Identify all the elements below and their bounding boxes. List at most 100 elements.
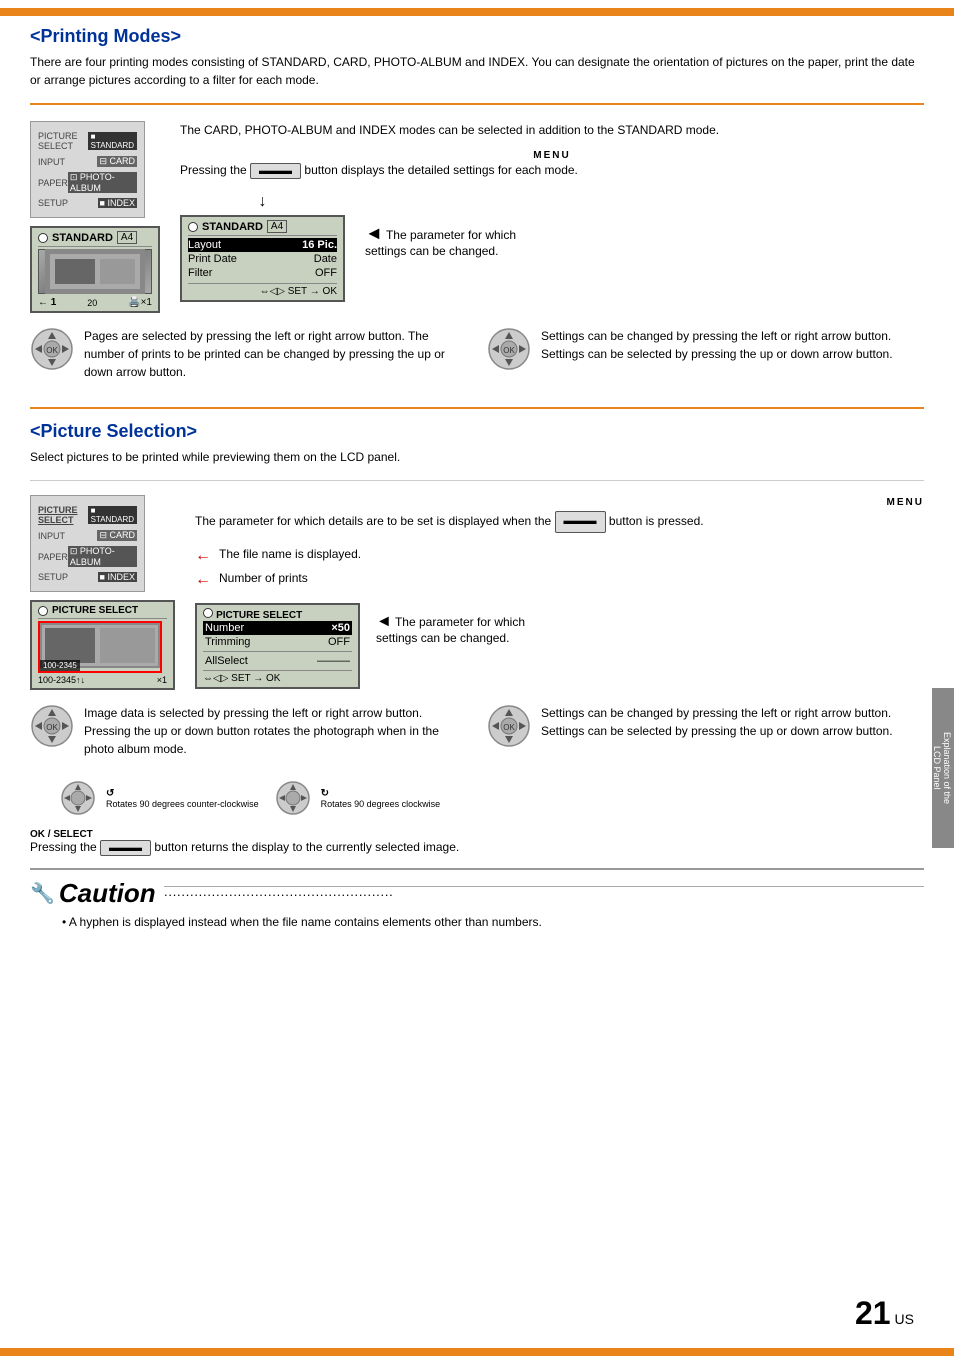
svg-text:OK: OK bbox=[503, 346, 515, 355]
printing-modes-divider bbox=[30, 103, 924, 105]
side-tab-label: Explanation of the LCD Panel bbox=[932, 728, 952, 808]
ps-arrow-ctrl-right-icon: OK bbox=[487, 704, 531, 751]
ok-button[interactable]: ▬▬▬ bbox=[100, 840, 151, 856]
arrow-ctrl-left-icon: OK bbox=[30, 327, 74, 374]
ps-nav-row-setup: SETUP ■ INDEX bbox=[35, 570, 140, 584]
ps-annotation-file: ← The file name is displayed. bbox=[195, 547, 924, 565]
ps-nav-row-paper: PAPER ⊡ PHOTO-ALBUM bbox=[35, 544, 140, 569]
lcd-page-info: ← 1 20 🖨️×1 bbox=[38, 297, 152, 308]
ok-select-label: OK / SELECT bbox=[30, 829, 93, 840]
ps-thumbnail-area: 100-2345 bbox=[38, 621, 167, 673]
menu-button[interactable]: ▬▬▬ bbox=[250, 163, 301, 179]
lcd-settings-label: STANDARD bbox=[202, 221, 263, 233]
caution-title: Caution bbox=[59, 878, 156, 909]
menu-desc-row: Pressing the ▬▬▬ button displays the det… bbox=[180, 163, 924, 179]
ps-arrow-ctrl-left-icon: OK bbox=[30, 704, 74, 751]
lcd-ps-row-number: Number ×50 bbox=[203, 621, 352, 635]
lcd-settings-circle bbox=[188, 222, 198, 232]
svg-text:OK: OK bbox=[503, 723, 515, 732]
nav-row-paper: PAPER ⊡ PHOTO-ALBUM bbox=[35, 170, 140, 195]
lcd-ps-row-allselect: AllSelect ——— bbox=[203, 654, 352, 668]
svg-text:OK: OK bbox=[46, 723, 58, 732]
lcd-ps-title-row: PICTURE SELECT bbox=[38, 605, 167, 619]
ps-right-arrow-text: Settings can be changed by pressing the … bbox=[541, 704, 924, 740]
file-name-overlay: 100-2345 bbox=[40, 660, 80, 671]
ps-annotation-prints: ← Number of prints bbox=[195, 571, 924, 589]
down-arrow-indicator: ↓ bbox=[180, 193, 345, 211]
left-arrow-text: Pages are selected by pressing the left … bbox=[84, 327, 467, 381]
ps-menu-label: MENU bbox=[195, 495, 924, 511]
lcd-row-filter: Filter OFF bbox=[188, 266, 337, 280]
caution-section: 🔧 Caution ······························… bbox=[0, 856, 954, 989]
lcd-footer-setok: ⇔◁▷ SET → OK bbox=[188, 283, 337, 297]
caution-border: 🔧 Caution ······························… bbox=[30, 868, 924, 929]
side-tab: Explanation of the LCD Panel bbox=[932, 688, 954, 848]
rotate-icons-row: ↺ Rotates 90 degrees counter-clockwise ↻… bbox=[60, 780, 924, 816]
caution-bullets: • A hyphen is displayed instead when the… bbox=[46, 915, 924, 929]
picture-selection-divider bbox=[30, 480, 924, 481]
nav-row-input: INPUT ⊟ CARD bbox=[35, 154, 140, 169]
printing-modes-intro: The CARD, PHOTO-ALBUM and INDEX modes ca… bbox=[180, 121, 924, 140]
rotate-cw-label: ↻ Rotates 90 degrees clockwise bbox=[321, 788, 441, 809]
lcd-ps-settings-circle bbox=[203, 608, 213, 618]
rotate-cw-item: ↻ Rotates 90 degrees clockwise bbox=[275, 780, 441, 816]
ps-lcd-bottom-info: 100-2345↑↓ ×1 bbox=[38, 675, 167, 685]
picture-selection-header: <Picture Selection> bbox=[30, 407, 924, 442]
ps-left-arrow-text: Image data is selected by pressing the l… bbox=[84, 704, 467, 758]
caution-bullet-1: • A hyphen is displayed instead when the… bbox=[62, 915, 924, 929]
right-arrow-text: Settings can be changed by pressing the … bbox=[541, 327, 924, 363]
page-number-area: 21 US bbox=[855, 1295, 914, 1332]
arrow-desc-row: OK Pages are selected by pressing the le… bbox=[30, 327, 924, 391]
ps-right-arrow-desc: OK Settings can be changed by pressing t… bbox=[487, 704, 924, 758]
nav-row-picture-select: PICTURE SELECT ■ STANDARD bbox=[35, 129, 140, 153]
printing-modes-desc: There are four printing modes consisting… bbox=[30, 53, 924, 89]
menu-label: MENU bbox=[180, 150, 924, 161]
arrow-ctrl-right-icon: OK bbox=[487, 327, 531, 374]
page-locale: US bbox=[895, 1311, 914, 1327]
left-arrow-desc: OK Pages are selected by pressing the le… bbox=[30, 327, 467, 381]
ps-param-note: ◄ The parameter for which settings can b… bbox=[376, 613, 526, 645]
menu-description: MENU Pressing the ▬▬▬ button displays th… bbox=[180, 150, 924, 179]
lcd-ps-settings-title: PICTURE SELECT bbox=[203, 608, 352, 621]
caution-icon: 🔧 bbox=[30, 881, 55, 906]
settings-display-area: ↓ STANDARD A4 Layout 16 Pic. bbox=[180, 193, 924, 302]
printing-modes-title: <Printing Modes> bbox=[30, 26, 924, 47]
lcd-picture-settings: PICTURE SELECT Number ×50 Trimming OFF bbox=[195, 603, 360, 689]
lcd-row-printdate: Print Date Date bbox=[188, 252, 337, 266]
lcd-ps-row-trimming: Trimming OFF bbox=[203, 635, 352, 649]
caution-dots-line: ········································… bbox=[164, 886, 924, 902]
nav-row-setup: SETUP ■ INDEX bbox=[35, 196, 140, 210]
page-number: 21 bbox=[855, 1295, 891, 1332]
lcd-settings-a4: A4 bbox=[267, 220, 287, 233]
param-note-right: ◄ The parameter for which settings can b… bbox=[365, 223, 525, 258]
lcd-settings-title-row: STANDARD A4 bbox=[188, 220, 337, 236]
lcd-ps-settings-label: PICTURE SELECT bbox=[216, 610, 302, 621]
lcd-a4-label: A4 bbox=[117, 231, 137, 244]
lcd-settings-panel: STANDARD A4 Layout 16 Pic. Print Date Da… bbox=[180, 215, 345, 302]
lcd-ps-circle bbox=[38, 606, 48, 616]
lcd-standard-panel: STANDARD A4 ← 1 20 bbox=[30, 226, 160, 313]
ps-nav-row-input: INPUT ⊟ CARD bbox=[35, 528, 140, 543]
bottom-bar bbox=[0, 1348, 954, 1356]
picture-selection-layout: PICTURE SELECT ■ STANDARD INPUT ⊟ CARD P… bbox=[30, 495, 924, 690]
printing-modes-right: The CARD, PHOTO-ALBUM and INDEX modes ca… bbox=[180, 121, 924, 313]
rotate-ccw-label: ↺ Rotates 90 degrees counter-clockwise bbox=[106, 788, 259, 809]
lcd-settings-left-area: ↓ STANDARD A4 Layout 16 Pic. bbox=[180, 193, 345, 302]
top-bar bbox=[0, 8, 954, 16]
picture-selection-title: <Picture Selection> bbox=[30, 421, 924, 442]
ps-menu-button[interactable]: ▬▬▬ bbox=[555, 511, 606, 533]
ok-select-row: OK / SELECT Pressing the ▬▬▬ button retu… bbox=[30, 826, 924, 856]
ps-settings-area: PICTURE SELECT Number ×50 Trimming OFF bbox=[195, 603, 924, 689]
svg-text:OK: OK bbox=[46, 346, 58, 355]
lcd-picture-select-panel: PICTURE SELECT bbox=[30, 600, 175, 690]
image-thumbnail bbox=[38, 249, 152, 294]
lcd-ps-separator bbox=[203, 651, 352, 652]
picture-selection-desc: Select pictures to be printed while prev… bbox=[30, 448, 924, 466]
ps-left-arrow-desc: OK Image data is selected by pressing th… bbox=[30, 704, 467, 758]
ps-nav-row-picture: PICTURE SELECT ■ STANDARD bbox=[35, 503, 140, 527]
picture-select-nav-panel: PICTURE SELECT ■ STANDARD INPUT ⊟ CARD P… bbox=[30, 495, 145, 592]
device-nav-panel: PICTURE SELECT ■ STANDARD INPUT ⊟ CARD P… bbox=[30, 121, 145, 218]
lcd-standard-label: STANDARD bbox=[52, 232, 113, 244]
picture-select-right: MENU The parameter for which details are… bbox=[195, 495, 924, 690]
lcd-ps-label: PICTURE SELECT bbox=[52, 605, 138, 616]
